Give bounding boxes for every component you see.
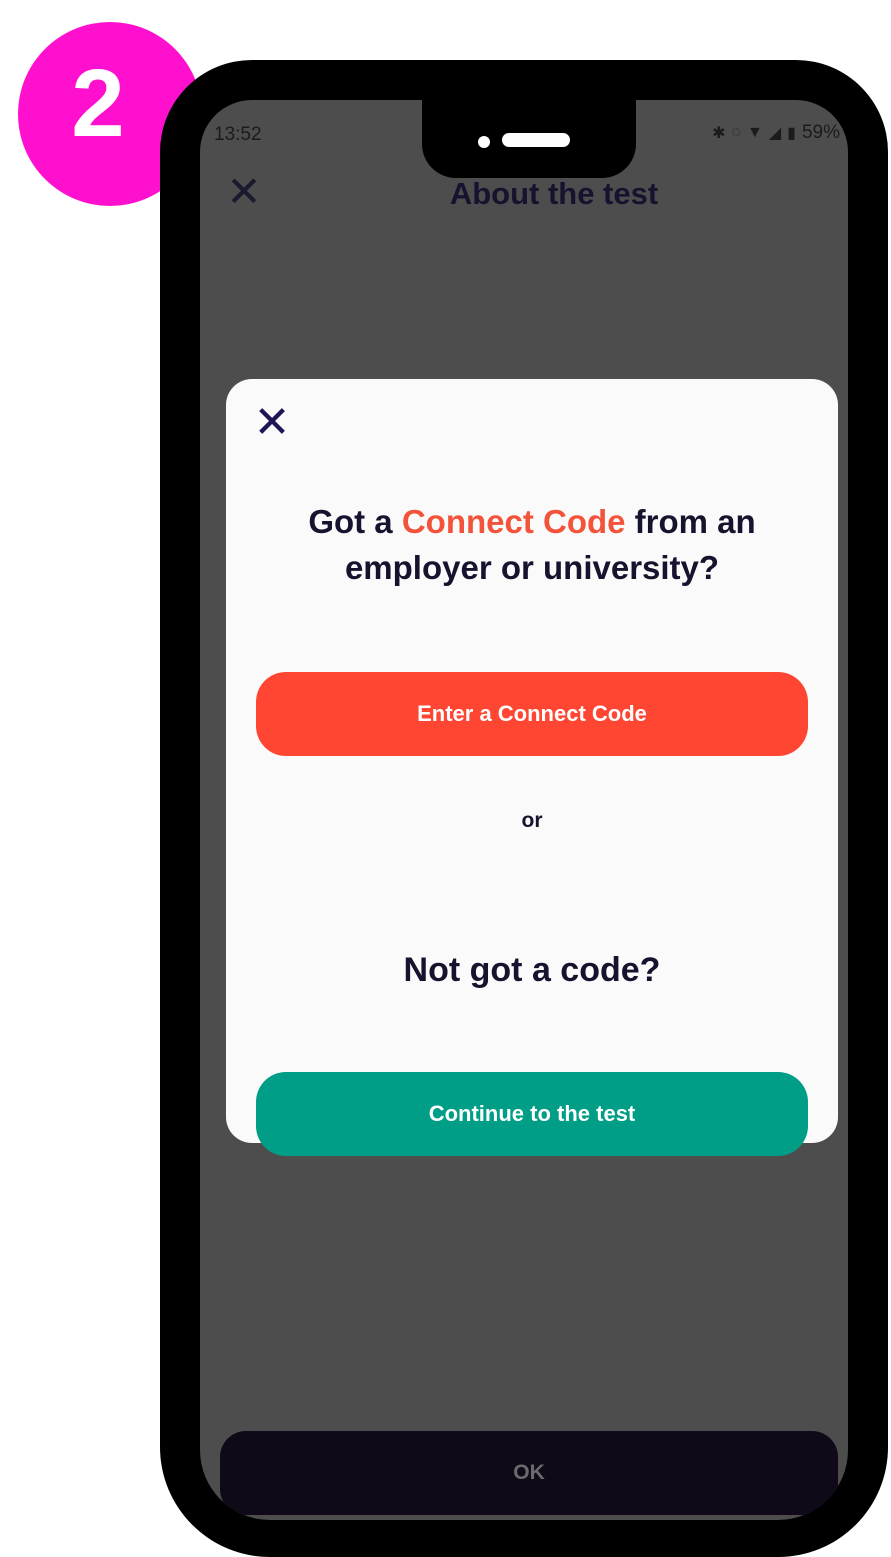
camera-icon (478, 136, 490, 148)
close-icon[interactable]: ✕ (252, 401, 292, 445)
dialog-heading: Got a Connect Code from an employer or u… (246, 499, 818, 591)
page-title: About the test (449, 176, 659, 211)
continue-to-test-button[interactable]: Continue to the test (256, 1072, 808, 1156)
or-divider: or (521, 809, 543, 832)
connect-code-dialog: ✕ Got a Connect Code from an employer or… (226, 379, 838, 1156)
wifi-icon: ▼ (747, 124, 763, 141)
step-number: 2 (71, 50, 125, 157)
stage: 2 13:52 ✱ ◌ ▼ ◢ ▮ 59% ✕ About the test ✕… (0, 0, 891, 1557)
phone-screen: 13:52 ✱ ◌ ▼ ◢ ▮ 59% ✕ About the test ✕ G… (200, 100, 848, 1520)
heading-text-start: Got a (308, 503, 402, 540)
battery-icon: ▮ (787, 125, 796, 142)
vibrate-icon: ◌ (731, 124, 741, 141)
bluetooth-icon: ✱ (712, 125, 726, 142)
phone-frame: 13:52 ✱ ◌ ▼ ◢ ▮ 59% ✕ About the test ✕ G… (160, 60, 888, 1557)
ok-button[interactable]: OK (220, 1431, 838, 1515)
status-time: 13:52 (214, 124, 262, 145)
speaker-icon (502, 133, 570, 147)
signal-icon: ◢ (768, 125, 782, 142)
battery-percent: 59% (801, 122, 840, 143)
enter-connect-code-button[interactable]: Enter a Connect Code (256, 672, 808, 756)
heading-accent: Connect Code (401, 503, 626, 540)
status-icons: ✱ ◌ ▼ ◢ ▮ 59% (712, 122, 840, 144)
notch (422, 100, 636, 178)
no-code-heading: Not got a code? (403, 951, 661, 989)
